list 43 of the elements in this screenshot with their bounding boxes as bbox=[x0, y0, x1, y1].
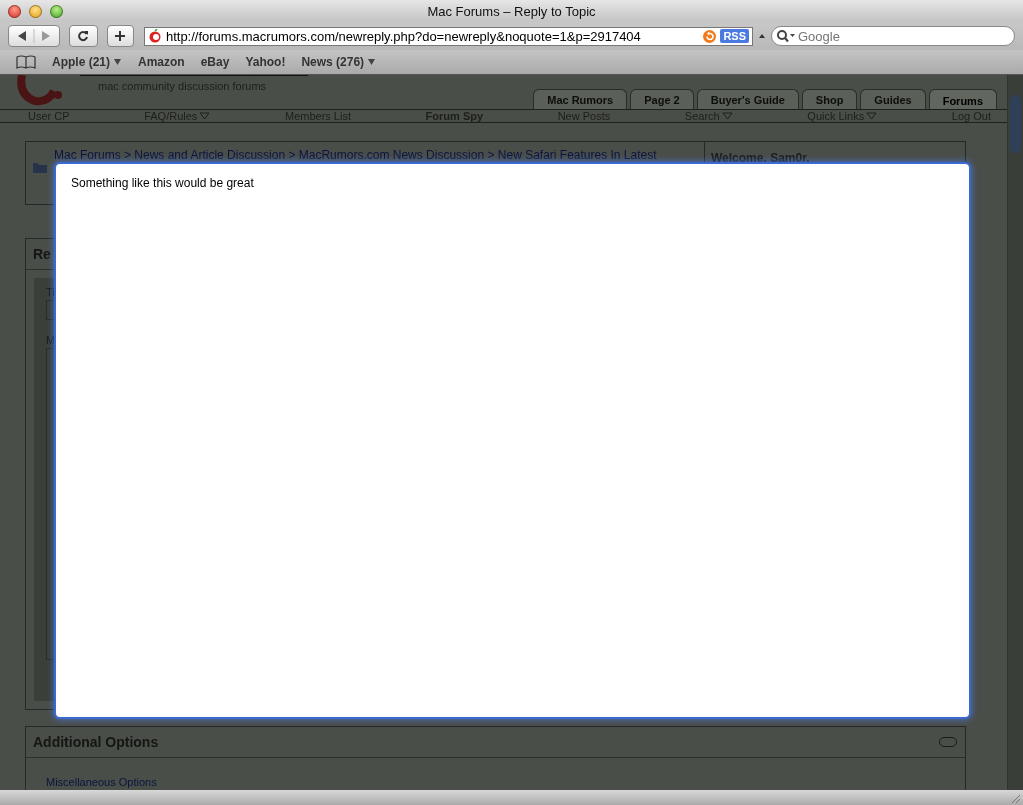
dropdown-icon bbox=[367, 58, 377, 66]
zoom-button[interactable] bbox=[50, 4, 63, 18]
bookmark-item[interactable]: eBay bbox=[200, 55, 230, 69]
window-title: Mac Forums – Reply to Topic bbox=[427, 3, 596, 19]
reload-icon bbox=[77, 30, 90, 42]
add-bookmark-button[interactable] bbox=[106, 25, 134, 47]
address-field[interactable]: http://forums.macrumors.com/newreply.php?do=newreply&noquote=1&p=2917404 RSS bbox=[143, 26, 753, 46]
close-button[interactable] bbox=[8, 4, 21, 18]
folder-icon bbox=[32, 160, 48, 174]
panel-heading: Additional Options bbox=[33, 734, 159, 750]
dropdown-icon bbox=[199, 112, 211, 120]
plus-icon bbox=[114, 30, 127, 42]
book-icon[interactable] bbox=[16, 55, 36, 69]
site-tab[interactable]: Page 2 bbox=[630, 89, 694, 109]
search-field[interactable]: Google bbox=[771, 26, 1015, 46]
bookmark-item[interactable]: Amazon bbox=[138, 55, 185, 69]
bookmark-item[interactable]: Apple (21) bbox=[52, 55, 122, 69]
site-tab[interactable]: Guides bbox=[860, 89, 926, 109]
reload-button[interactable] bbox=[69, 25, 98, 47]
apple-favicon-icon bbox=[147, 29, 162, 43]
panel-heading: Re bbox=[33, 246, 51, 262]
search-icon[interactable] bbox=[776, 29, 796, 43]
text-editor[interactable]: Something like this would be great bbox=[56, 164, 969, 717]
site-tab[interactable]: Mac Rumors bbox=[533, 89, 628, 109]
rss-badge[interactable]: RSS bbox=[720, 29, 749, 43]
site-tab[interactable]: Forums bbox=[928, 89, 997, 109]
site-tab[interactable]: Shop bbox=[801, 89, 858, 109]
caret-icon bbox=[758, 32, 766, 40]
dropdown-icon bbox=[113, 58, 122, 66]
snapback-icon[interactable] bbox=[703, 29, 717, 43]
title-field[interactable] bbox=[46, 300, 55, 320]
scrollbar[interactable] bbox=[1007, 75, 1023, 790]
scroll-thumb[interactable] bbox=[1010, 95, 1021, 153]
back-forward-button[interactable] bbox=[8, 25, 60, 47]
breadcrumb-link[interactable]: Mac Forums > News and Article Discussion > MacRumors.com News Discussion > New Safari Features In Latest bbox=[54, 148, 657, 162]
site-tab[interactable]: Buyer's Guide bbox=[696, 89, 799, 109]
message-field[interactable] bbox=[46, 348, 55, 660]
dropdown-icon bbox=[721, 112, 733, 120]
bookmark-item[interactable]: Yahoo! bbox=[245, 55, 286, 69]
fieldset-legend: Miscellaneous Options bbox=[46, 776, 157, 788]
dropdown-icon bbox=[866, 112, 878, 120]
bookmark-item[interactable]: News (276) bbox=[301, 55, 377, 69]
minimize-button[interactable] bbox=[29, 4, 42, 18]
